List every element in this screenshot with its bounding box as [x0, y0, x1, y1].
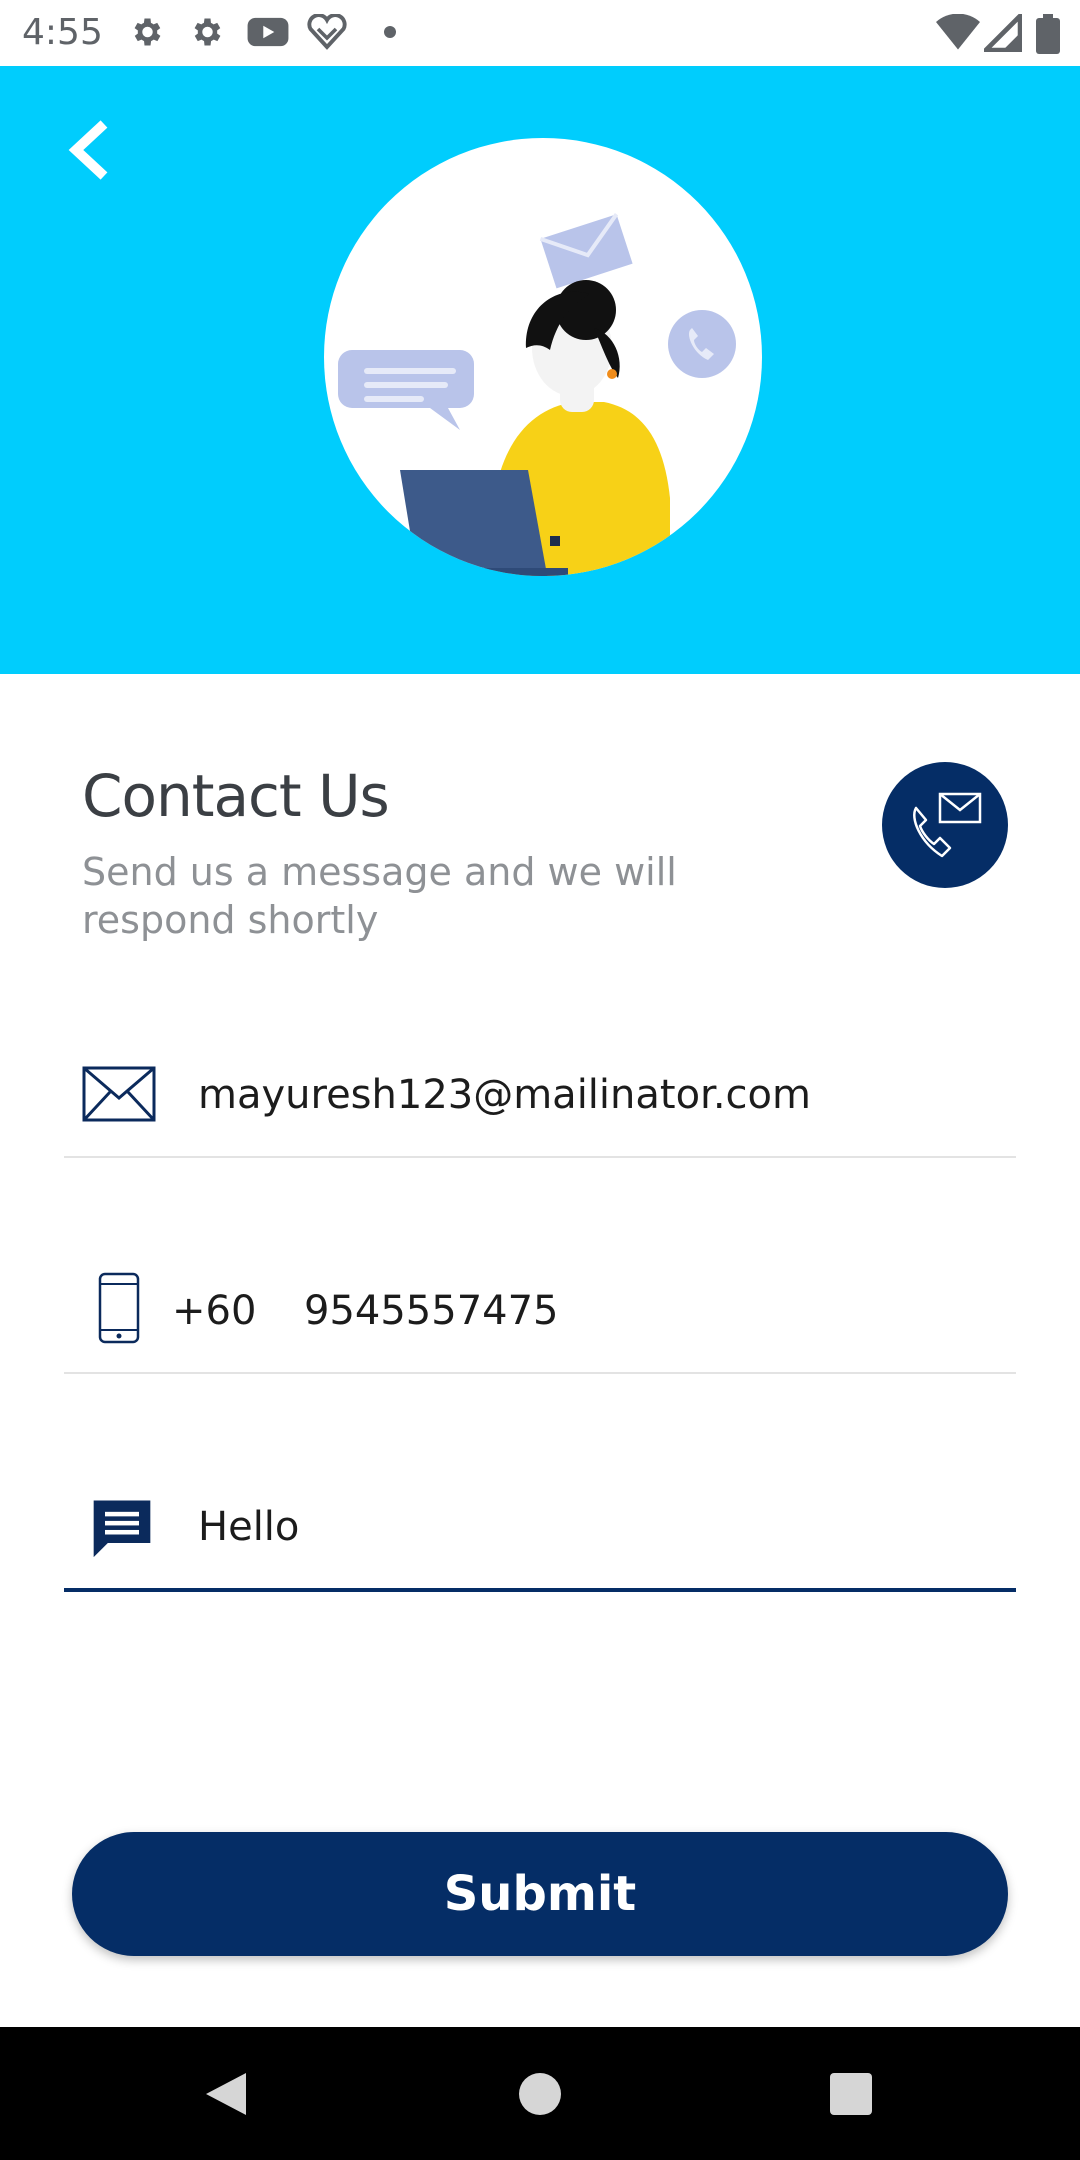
chevron-left-icon[interactable]: [60, 118, 116, 182]
home-circle-icon[interactable]: [518, 2072, 562, 2116]
signal-icon: [984, 14, 1022, 52]
page-title: Contact Us: [82, 762, 390, 830]
status-time: 4:55: [22, 12, 103, 53]
country-code-selector[interactable]: +60: [172, 1288, 256, 1334]
heart-icon: [307, 14, 347, 50]
envelope-icon: [82, 1066, 156, 1122]
back-triangle-icon[interactable]: [204, 2071, 248, 2117]
settings-icon: [194, 18, 221, 46]
recents-square-icon[interactable]: [830, 2073, 872, 2115]
email-input[interactable]: mayuresh123@mailinator.com: [198, 1072, 811, 1118]
battery-icon: [1036, 14, 1060, 54]
email-field[interactable]: mayuresh123@mailinator.com: [64, 1036, 1016, 1158]
dot-icon: [384, 26, 396, 38]
status-bar: 4:55: [0, 0, 1080, 66]
message-field[interactable]: Hello: [64, 1468, 1016, 1592]
contact-badge: [882, 762, 1008, 888]
contact-illustration: [324, 138, 762, 576]
phone-input[interactable]: 9545557475: [304, 1288, 559, 1334]
mobile-phone-icon: [98, 1272, 140, 1344]
phone-mail-icon: [913, 792, 982, 858]
page-subtitle: Send us a message and we will respond sh…: [82, 850, 677, 942]
message-icon: [93, 1500, 151, 1558]
settings-icon: [134, 18, 161, 46]
youtube-icon: [247, 17, 289, 47]
phone-field[interactable]: +60 9545557475: [64, 1252, 1016, 1374]
submit-button[interactable]: Submit: [72, 1832, 1008, 1956]
message-input[interactable]: Hello: [198, 1504, 299, 1550]
wifi-icon: [936, 14, 980, 50]
header-banner: [0, 66, 1080, 674]
system-nav-bar: [0, 2027, 1080, 2160]
